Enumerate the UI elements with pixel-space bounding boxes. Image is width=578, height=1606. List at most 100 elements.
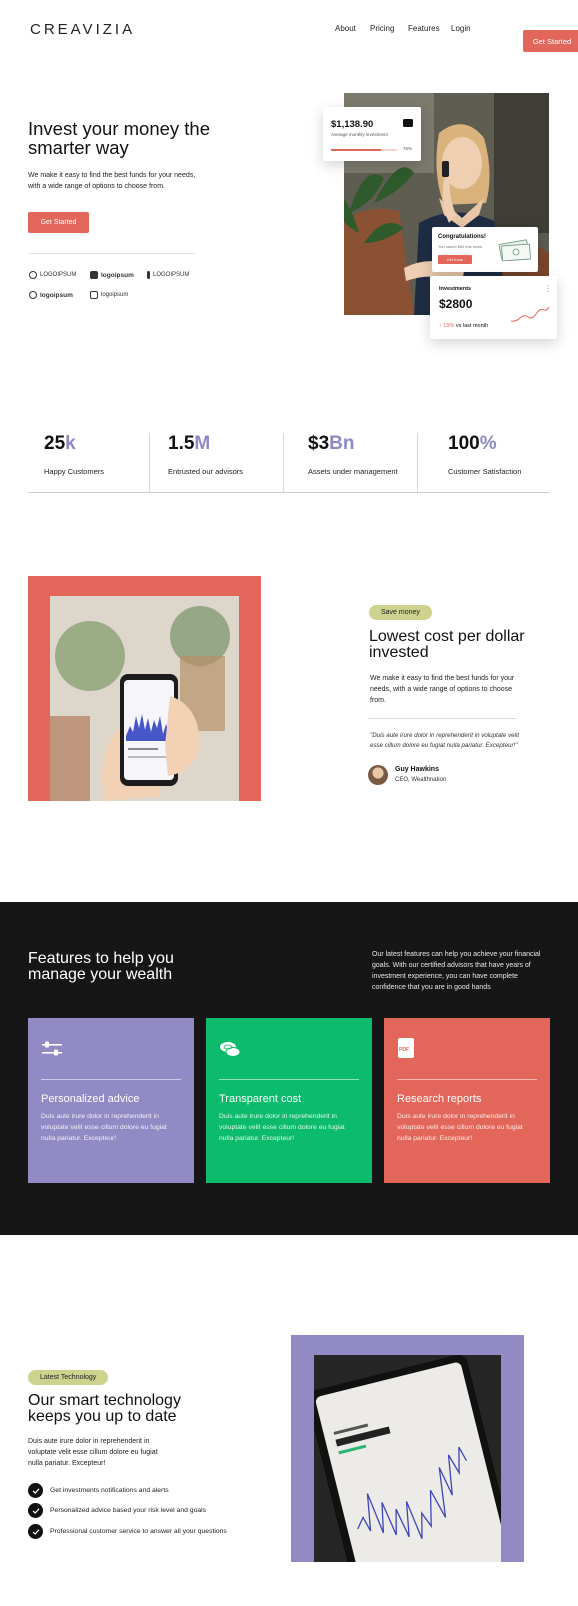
stat-label: Customer Satisfaction — [448, 467, 522, 476]
more-options-icon[interactable]: ⋮ — [544, 284, 552, 293]
coins-icon — [220, 1042, 241, 1057]
save-title: Lowest cost per dollar invested — [369, 628, 525, 661]
feature-card-transparent-cost[interactable]: Transparent cost Duis aute irure dolor i… — [206, 1018, 372, 1183]
congrats-button[interactable]: Get it now — [438, 255, 472, 264]
partner-logo-5: logoipsum — [90, 291, 128, 299]
feature-card-divider — [397, 1079, 537, 1080]
checklist-text: Professional customer service to answer … — [50, 1528, 227, 1535]
nav-get-started-button[interactable]: Get Started — [523, 30, 578, 52]
phone-in-hand-photo — [50, 596, 239, 801]
partner-logo-text: logoipsum — [101, 271, 134, 279]
checklist-text: Personalized advice based your risk leve… — [50, 1507, 207, 1514]
tech-subtitle: Duis aute irure dolor in reprehenderit i… — [28, 1438, 158, 1467]
hero-get-started-button[interactable]: Get Started — [28, 212, 89, 233]
congrats-subtitle: You saved $60 this week — [438, 244, 483, 249]
brand-logo[interactable]: CREAVIZIA — [30, 21, 135, 38]
checkmark-icon — [28, 1503, 43, 1518]
investments-card: Investments ⋮ $2800 ↑ 15% vs last month — [430, 276, 557, 339]
congratulations-card: Congratulations! You saved $60 this week… — [432, 227, 538, 272]
phone-photo-illustration — [50, 596, 239, 801]
stat-satisfaction: 100% Customer Satisfaction — [448, 433, 521, 476]
latest-technology-badge: Latest Technology — [28, 1370, 109, 1385]
partner-logo-text: LOGOIPSUM — [40, 272, 77, 278]
checklist-text: Get investments notifications and alerts — [50, 1487, 169, 1494]
feature-card-divider — [219, 1079, 359, 1080]
checkmark-icon — [28, 1483, 43, 1498]
stat-advisors: 1.5M Entrusted our advisors — [168, 433, 243, 476]
nav-link-login[interactable]: Login — [451, 24, 471, 33]
partner-mark-icon — [29, 271, 37, 279]
feature-card-title: Transparent cost — [219, 1093, 302, 1105]
hero-title: Invest your money the smarter way — [28, 118, 211, 158]
features-title: Features to help you manage your wealth — [28, 950, 174, 983]
investment-progress-bar — [331, 149, 397, 151]
stat-number: 25k — [44, 433, 76, 454]
testimonial-role: CEO, Wealthnation — [395, 777, 447, 783]
feature-card-text: Duis aute irure dolor in reprehenderit i… — [41, 1113, 167, 1142]
feature-card-divider — [41, 1079, 181, 1080]
sliders-icon — [42, 1041, 62, 1056]
hero-subtitle: We make it easy to find the best funds f… — [28, 172, 196, 190]
partner-mark-icon — [90, 271, 98, 279]
partner-logo-text: logoipsum — [101, 292, 129, 298]
feature-card-text: Duis aute irure dolor in reprehenderit i… — [219, 1113, 345, 1142]
checkmark-icon — [28, 1524, 43, 1539]
investment-progress-fill — [331, 149, 382, 151]
trading-phone-illustration — [314, 1355, 501, 1562]
partner-mark-icon — [29, 291, 37, 299]
stat-assets: $3Bn Assets under management — [308, 433, 398, 476]
stat-separator — [283, 433, 284, 493]
feature-card-title: Personalized advice — [41, 1093, 140, 1105]
stat-number: 1.5M — [168, 433, 211, 454]
features-subtitle: Our latest features can help you achieve… — [372, 951, 541, 991]
investment-amount: $1,138.90 — [331, 119, 374, 130]
save-subtitle: We make it easy to find the best funds f… — [370, 675, 515, 704]
hero-divider — [28, 253, 196, 254]
feature-checklist-item: Personalized advice based your risk leve… — [28, 1503, 206, 1518]
partner-logo-1: LOGOIPSUM — [29, 271, 76, 279]
stat-separator — [149, 433, 150, 493]
pdf-icon: PDF — [398, 1038, 414, 1058]
investments-amount: $2800 — [439, 297, 473, 311]
stat-separator — [417, 433, 418, 493]
average-investment-card: $1,138.90 Average monthly investment 76% — [323, 107, 421, 161]
stat-label: Happy Customers — [44, 467, 105, 476]
nav-link-features[interactable]: Features — [408, 24, 440, 33]
save-divider — [368, 718, 516, 719]
arrow-up-icon: ↑ — [439, 323, 442, 329]
feature-card-research-reports[interactable]: PDF Research reports Duis aute irure dol… — [384, 1018, 550, 1183]
investments-change-value: 15% — [443, 323, 455, 329]
stat-label: Assets under management — [308, 467, 398, 476]
stat-customers: 25k Happy Customers — [44, 433, 104, 476]
trading-phone-photo — [314, 1355, 501, 1562]
partner-logo-2: logoipsum — [90, 271, 134, 279]
partner-logo-4: logoipsum — [29, 291, 73, 299]
testimonial-author: Guy Hawkins — [395, 766, 439, 773]
save-money-badge: Save money — [369, 605, 432, 620]
avatar — [368, 765, 388, 785]
tech-title: Our smart technology keeps you up to dat… — [28, 1392, 181, 1425]
nav-link-pricing[interactable]: Pricing — [370, 24, 394, 33]
investment-label: Average monthly investment — [331, 132, 388, 137]
partner-logo-text: LOGOIPSUM — [153, 272, 190, 278]
feature-checklist-item: Professional customer service to answer … — [28, 1524, 227, 1539]
pdf-icon-label: PDF — [399, 1047, 409, 1053]
stat-number: $3Bn — [308, 433, 355, 454]
feature-card-text: Duis aute irure dolor in reprehenderit i… — [397, 1113, 523, 1142]
investments-change: ↑ 15% vs last month — [439, 323, 488, 329]
trend-sparkline-icon — [510, 306, 550, 322]
investment-progress-value: 76% — [403, 146, 413, 151]
testimonial-quote: "Duis aute irure dolor in reprehenderit … — [370, 732, 520, 749]
feature-card-personalized-advice[interactable]: Personalized advice Duis aute irure dolo… — [28, 1018, 194, 1183]
nav-link-about[interactable]: About — [335, 24, 356, 33]
feature-checklist-item: Get investments notifications and alerts — [28, 1483, 169, 1498]
congrats-title: Congratulations! — [438, 234, 486, 240]
stat-label: Entrusted our advisors — [168, 467, 244, 476]
partner-mark-icon — [90, 291, 98, 299]
partner-logo-text: logoipsum — [40, 291, 73, 299]
wallet-icon — [403, 119, 413, 127]
investments-title: Investments — [439, 286, 472, 292]
partner-logo-3: LOGOIPSUM — [147, 271, 189, 279]
feature-card-title: Research reports — [397, 1093, 482, 1105]
investments-change-label: vs last month — [455, 323, 489, 329]
